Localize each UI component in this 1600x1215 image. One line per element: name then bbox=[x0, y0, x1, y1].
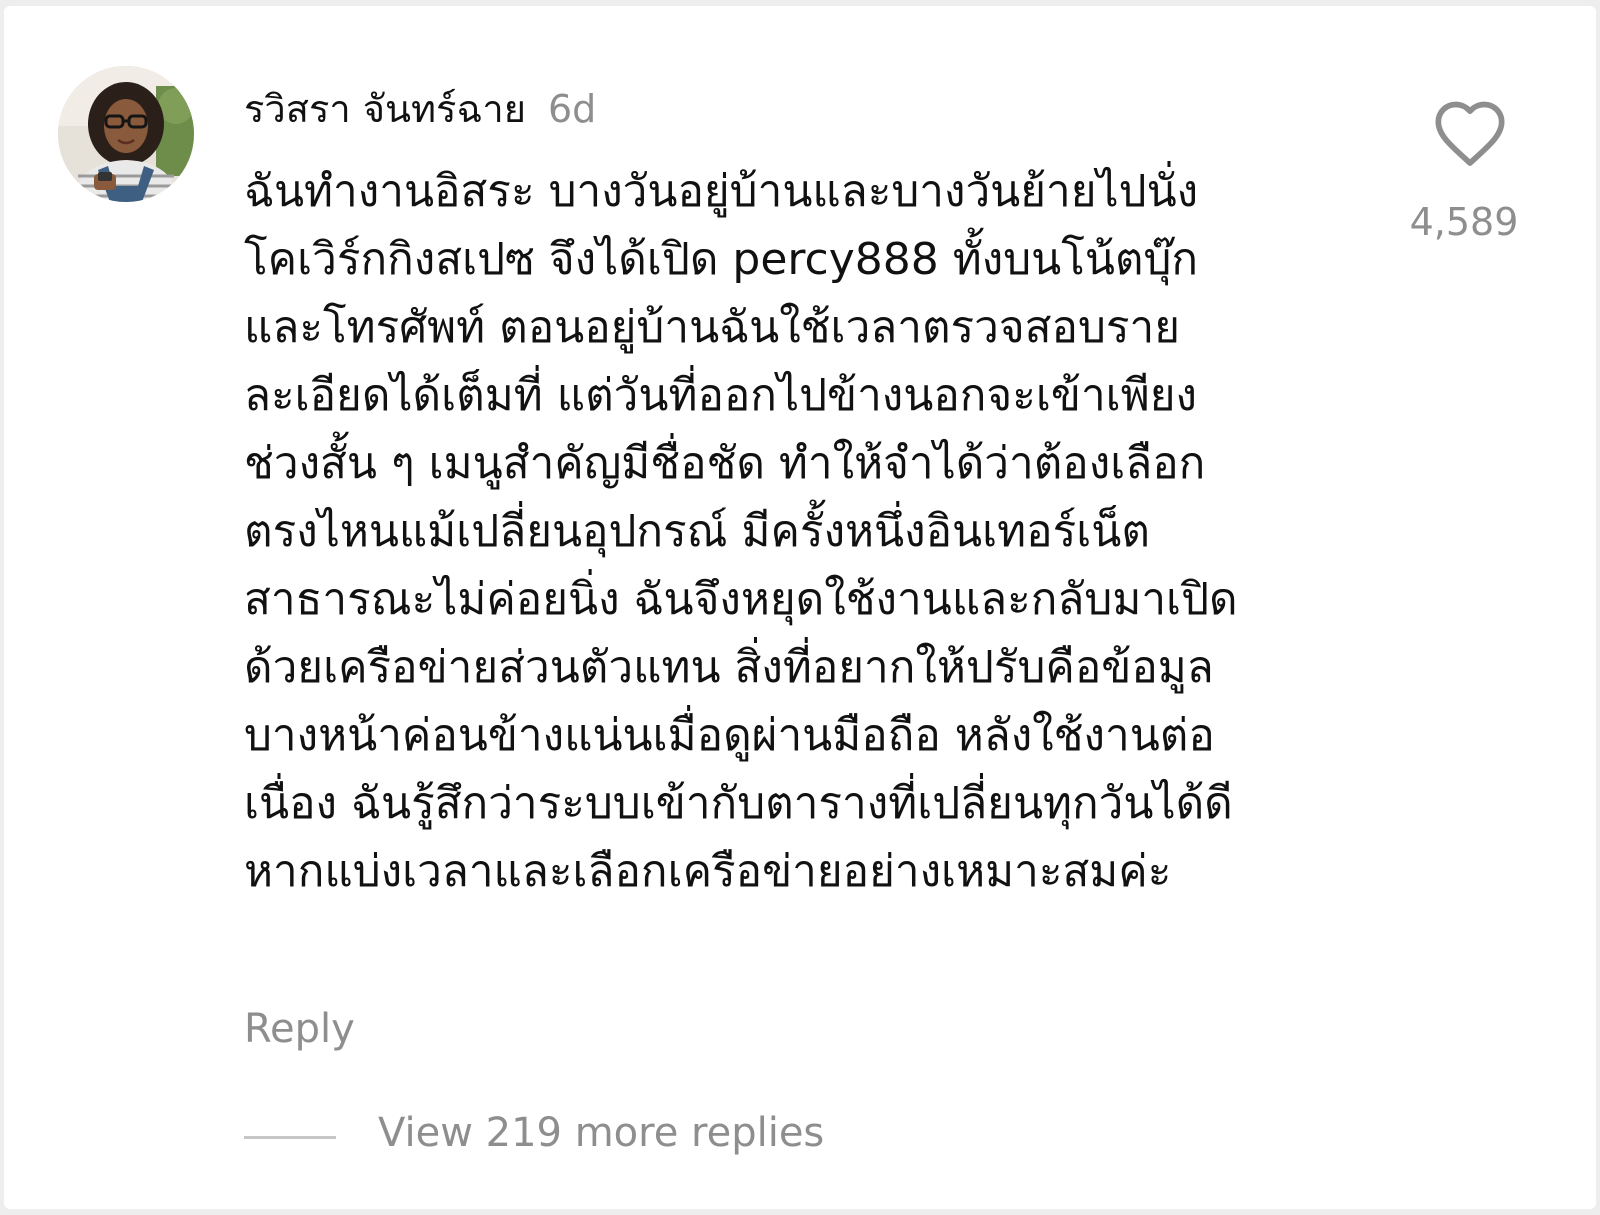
comment-header: รวิสรา จันทร์ฉาย 6d bbox=[244, 78, 597, 131]
comment-line: ฉันทำงานอิสระ บางวันอยู่บ้านและบางวันย้า… bbox=[244, 166, 1199, 217]
reply-button[interactable]: Reply bbox=[244, 1006, 355, 1052]
comment-line: หากแบ่งเวลาและเลือกเครือข่ายอย่างเหมาะสม… bbox=[244, 846, 1172, 897]
like-button[interactable] bbox=[1432, 98, 1508, 168]
comment-text: ฉันทำงานอิสระ บางวันอยู่บ้านและบางวันย้า… bbox=[244, 158, 1364, 906]
comment-line: สาธารณะไม่ค่อยนิ่ง ฉันจึงหยุดใช้งานและกล… bbox=[244, 574, 1238, 625]
like-count: 4,589 bbox=[1409, 200, 1519, 244]
replies-divider bbox=[244, 1136, 336, 1139]
profile-photo-icon bbox=[58, 66, 194, 202]
comment-line: ด้วยเครือข่ายส่วนตัวแทน สิ่งที่อยากให้ปร… bbox=[244, 642, 1214, 693]
heart-icon bbox=[1435, 101, 1505, 166]
comment-line: บางหน้าค่อนข้างแน่นเมื่อดูผ่านมือถือ หลั… bbox=[244, 710, 1215, 761]
avatar[interactable] bbox=[58, 66, 194, 202]
comment-line: เนื่อง ฉันรู้สึกว่าระบบเข้ากับตารางที่เป… bbox=[244, 778, 1233, 829]
comment-card: รวิสรา จันทร์ฉาย 6d ฉันทำงานอิสระ บางวัน… bbox=[4, 6, 1596, 1209]
timestamp: 6d bbox=[547, 87, 597, 131]
comment-line: ช่วงสั้น ๆ เมนูสำคัญมีชื่อชัด ทำให้จำได้… bbox=[244, 438, 1206, 489]
username[interactable]: รวิสรา จันทร์ฉาย bbox=[244, 78, 526, 139]
view-replies-button[interactable]: View 219 more replies bbox=[378, 1110, 824, 1156]
comment-line: ละเอียดได้เต็มที่ แต่วันที่ออกไปข้างนอกจ… bbox=[244, 370, 1197, 421]
comment-line: และโทรศัพท์ ตอนอยู่บ้านฉันใช้เวลาตรวจสอบ… bbox=[244, 302, 1180, 353]
comment-line: ตรงไหนแม้เปลี่ยนอุปกรณ์ มีครั้งหนึ่งอินเ… bbox=[244, 506, 1150, 557]
comment-line: โคเวิร์กกิงสเปซ จึงได้เปิด percy888 ทั้ง… bbox=[244, 234, 1199, 285]
